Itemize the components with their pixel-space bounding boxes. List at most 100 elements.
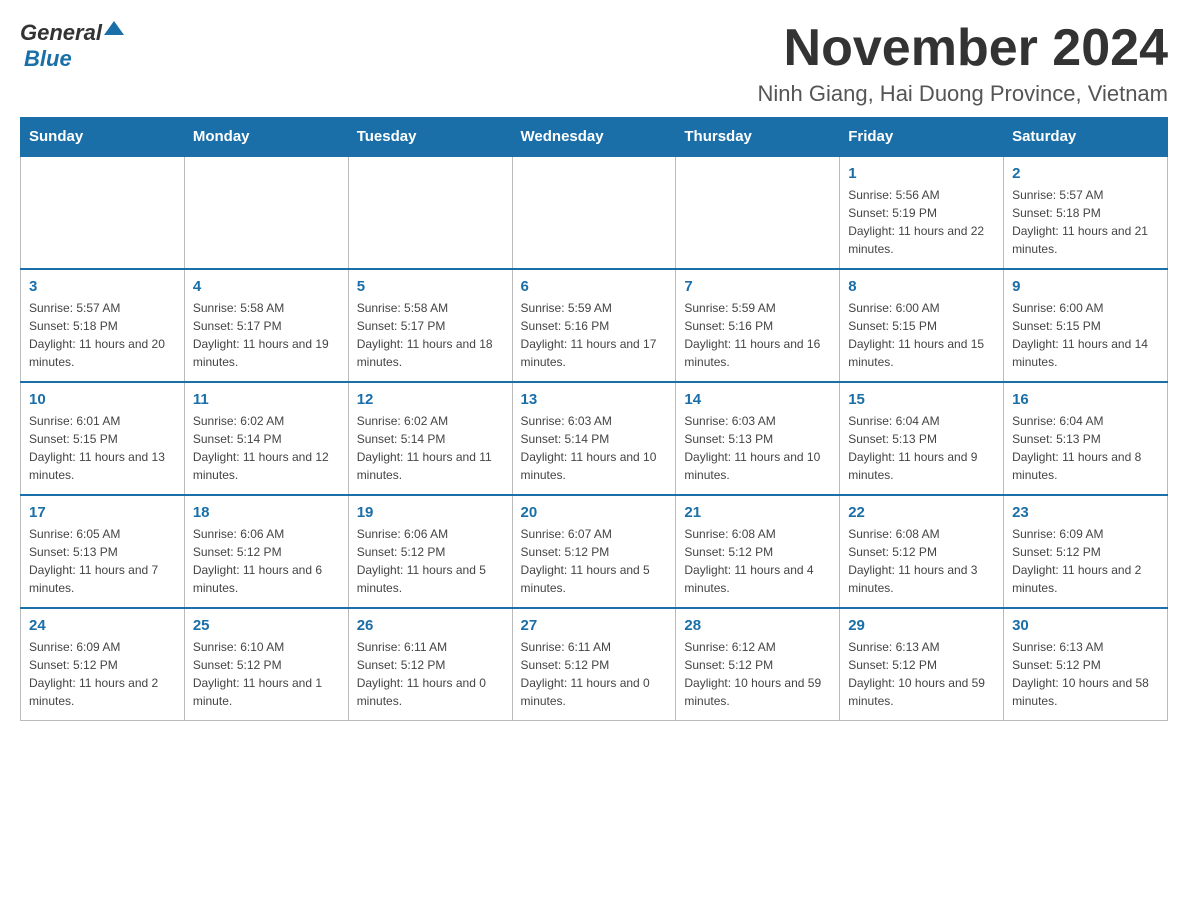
day-number: 3 — [29, 278, 176, 295]
day-number: 4 — [193, 278, 340, 295]
table-row: 6 Sunrise: 5:59 AMSunset: 5:16 PMDaylight… — [512, 269, 676, 382]
sun-info: Sunrise: 6:00 AMSunset: 5:15 PMDaylight:… — [1012, 299, 1159, 371]
col-wednesday: Wednesday — [512, 118, 676, 157]
table-row: 2 Sunrise: 5:57 AMSunset: 5:18 PMDaylight… — [1004, 156, 1168, 269]
table-row: 15 Sunrise: 6:04 AMSunset: 5:13 PMDayligh… — [840, 382, 1004, 495]
table-row: 3 Sunrise: 5:57 AMSunset: 5:18 PMDaylight… — [21, 269, 185, 382]
day-number: 20 — [521, 504, 668, 521]
sun-info: Sunrise: 5:59 AMSunset: 5:16 PMDaylight:… — [521, 299, 668, 371]
day-number: 23 — [1012, 504, 1159, 521]
day-number: 9 — [1012, 278, 1159, 295]
sun-info: Sunrise: 6:12 AMSunset: 5:12 PMDaylight:… — [684, 638, 831, 710]
table-row: 8 Sunrise: 6:00 AMSunset: 5:15 PMDaylight… — [840, 269, 1004, 382]
table-row: 17 Sunrise: 6:05 AMSunset: 5:13 PMDayligh… — [21, 495, 185, 608]
day-number: 17 — [29, 504, 176, 521]
sun-info: Sunrise: 6:09 AMSunset: 5:12 PMDaylight:… — [29, 638, 176, 710]
table-row: 28 Sunrise: 6:12 AMSunset: 5:12 PMDayligh… — [676, 608, 840, 721]
day-number: 16 — [1012, 391, 1159, 408]
sun-info: Sunrise: 6:02 AMSunset: 5:14 PMDaylight:… — [357, 412, 504, 484]
table-row — [21, 156, 185, 269]
day-number: 27 — [521, 617, 668, 634]
sun-info: Sunrise: 6:13 AMSunset: 5:12 PMDaylight:… — [848, 638, 995, 710]
table-row: 14 Sunrise: 6:03 AMSunset: 5:13 PMDayligh… — [676, 382, 840, 495]
day-number: 10 — [29, 391, 176, 408]
sun-info: Sunrise: 6:06 AMSunset: 5:12 PMDaylight:… — [357, 525, 504, 597]
col-sunday: Sunday — [21, 118, 185, 157]
col-thursday: Thursday — [676, 118, 840, 157]
sun-info: Sunrise: 6:05 AMSunset: 5:13 PMDaylight:… — [29, 525, 176, 597]
table-row: 18 Sunrise: 6:06 AMSunset: 5:12 PMDayligh… — [184, 495, 348, 608]
table-row: 13Sunrise: 6:03 AMSunset: 5:14 PMDayligh… — [512, 382, 676, 495]
sun-info: Sunrise: 5:56 AMSunset: 5:19 PMDaylight:… — [848, 186, 995, 258]
calendar-week-row: 10 Sunrise: 6:01 AMSunset: 5:15 PMDayligh… — [21, 382, 1168, 495]
sun-info: Sunrise: 6:04 AMSunset: 5:13 PMDaylight:… — [848, 412, 995, 484]
sun-info: Sunrise: 6:08 AMSunset: 5:12 PMDaylight:… — [684, 525, 831, 597]
day-number: 12 — [357, 391, 504, 408]
table-row: 26 Sunrise: 6:11 AMSunset: 5:12 PMDayligh… — [348, 608, 512, 721]
sun-info: Sunrise: 6:03 AMSunset: 5:14 PMDaylight:… — [521, 412, 668, 484]
table-row — [512, 156, 676, 269]
day-number: 19 — [357, 504, 504, 521]
sun-info: Sunrise: 5:57 AMSunset: 5:18 PMDaylight:… — [1012, 186, 1159, 258]
col-tuesday: Tuesday — [348, 118, 512, 157]
table-row: 23 Sunrise: 6:09 AMSunset: 5:12 PMDayligh… — [1004, 495, 1168, 608]
table-row: 25 Sunrise: 6:10 AMSunset: 5:12 PMDayligh… — [184, 608, 348, 721]
location-title: Ninh Giang, Hai Duong Province, Vietnam — [758, 81, 1168, 107]
sun-info: Sunrise: 5:58 AMSunset: 5:17 PMDaylight:… — [357, 299, 504, 371]
calendar-header-row: Sunday Monday Tuesday Wednesday Thursday… — [21, 118, 1168, 157]
sun-info: Sunrise: 6:09 AMSunset: 5:12 PMDaylight:… — [1012, 525, 1159, 597]
logo-general: General — [20, 20, 102, 46]
day-number: 28 — [684, 617, 831, 634]
sun-info: Sunrise: 6:04 AMSunset: 5:13 PMDaylight:… — [1012, 412, 1159, 484]
title-block: November 2024 Ninh Giang, Hai Duong Prov… — [758, 20, 1168, 107]
calendar-table: Sunday Monday Tuesday Wednesday Thursday… — [20, 117, 1168, 721]
sun-info: Sunrise: 6:11 AMSunset: 5:12 PMDaylight:… — [521, 638, 668, 710]
sun-info: Sunrise: 6:13 AMSunset: 5:12 PMDaylight:… — [1012, 638, 1159, 710]
calendar-week-row: 24 Sunrise: 6:09 AMSunset: 5:12 PMDayligh… — [21, 608, 1168, 721]
day-number: 30 — [1012, 617, 1159, 634]
calendar-week-row: 3 Sunrise: 5:57 AMSunset: 5:18 PMDaylight… — [21, 269, 1168, 382]
day-number: 5 — [357, 278, 504, 295]
sun-info: Sunrise: 6:06 AMSunset: 5:12 PMDaylight:… — [193, 525, 340, 597]
table-row: 4 Sunrise: 5:58 AMSunset: 5:17 PMDaylight… — [184, 269, 348, 382]
table-row: 29 Sunrise: 6:13 AMSunset: 5:12 PMDayligh… — [840, 608, 1004, 721]
table-row: 20 Sunrise: 6:07 AMSunset: 5:12 PMDayligh… — [512, 495, 676, 608]
sun-info: Sunrise: 6:00 AMSunset: 5:15 PMDaylight:… — [848, 299, 995, 371]
day-number: 21 — [684, 504, 831, 521]
table-row: 7 Sunrise: 5:59 AMSunset: 5:16 PMDaylight… — [676, 269, 840, 382]
table-row: 12 Sunrise: 6:02 AMSunset: 5:14 PMDayligh… — [348, 382, 512, 495]
col-saturday: Saturday — [1004, 118, 1168, 157]
sun-info: Sunrise: 5:57 AMSunset: 5:18 PMDaylight:… — [29, 299, 176, 371]
sun-info: Sunrise: 5:58 AMSunset: 5:17 PMDaylight:… — [193, 299, 340, 371]
table-row: 1 Sunrise: 5:56 AMSunset: 5:19 PMDaylight… — [840, 156, 1004, 269]
sun-info: Sunrise: 6:07 AMSunset: 5:12 PMDaylight:… — [521, 525, 668, 597]
col-friday: Friday — [840, 118, 1004, 157]
logo: General Blue — [20, 20, 124, 72]
day-number: 2 — [1012, 165, 1159, 182]
day-number: 24 — [29, 617, 176, 634]
sun-info: Sunrise: 6:11 AMSunset: 5:12 PMDaylight:… — [357, 638, 504, 710]
day-number: 8 — [848, 278, 995, 295]
day-number: 6 — [521, 278, 668, 295]
sun-info: Sunrise: 6:03 AMSunset: 5:13 PMDaylight:… — [684, 412, 831, 484]
table-row: 16 Sunrise: 6:04 AMSunset: 5:13 PMDayligh… — [1004, 382, 1168, 495]
day-number: 18 — [193, 504, 340, 521]
day-number: 29 — [848, 617, 995, 634]
table-row: 19 Sunrise: 6:06 AMSunset: 5:12 PMDayligh… — [348, 495, 512, 608]
sun-info: Sunrise: 6:08 AMSunset: 5:12 PMDaylight:… — [848, 525, 995, 597]
day-number: 15 — [848, 391, 995, 408]
calendar-week-row: 1 Sunrise: 5:56 AMSunset: 5:19 PMDaylight… — [21, 156, 1168, 269]
table-row: 27 Sunrise: 6:11 AMSunset: 5:12 PMDayligh… — [512, 608, 676, 721]
col-monday: Monday — [184, 118, 348, 157]
page-header: General Blue November 2024 Ninh Giang, H… — [20, 20, 1168, 107]
sun-info: Sunrise: 6:01 AMSunset: 5:15 PMDaylight:… — [29, 412, 176, 484]
sun-info: Sunrise: 6:10 AMSunset: 5:12 PMDaylight:… — [193, 638, 340, 710]
day-number: 7 — [684, 278, 831, 295]
sun-info: Sunrise: 6:02 AMSunset: 5:14 PMDaylight:… — [193, 412, 340, 484]
day-number: 26 — [357, 617, 504, 634]
day-number: 1 — [848, 165, 995, 182]
sun-info: Sunrise: 5:59 AMSunset: 5:16 PMDaylight:… — [684, 299, 831, 371]
table-row: 11Sunrise: 6:02 AMSunset: 5:14 PMDayligh… — [184, 382, 348, 495]
day-number: 25 — [193, 617, 340, 634]
day-number: 14 — [684, 391, 831, 408]
